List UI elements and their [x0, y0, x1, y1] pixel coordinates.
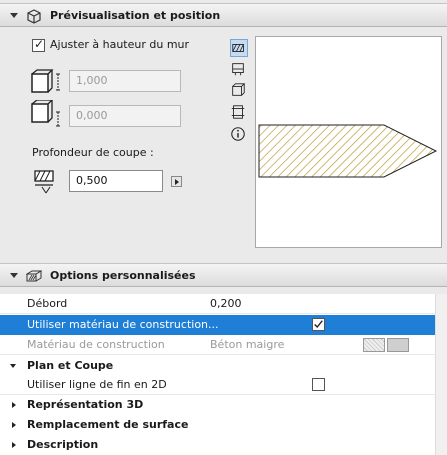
bottom-height-icon — [31, 100, 60, 127]
use-material-label: Utiliser matériau de construction... — [27, 318, 219, 331]
plan-view-icon[interactable] — [230, 61, 248, 79]
material-label: Matériau de construction — [27, 338, 165, 351]
top-height-icon — [31, 69, 60, 93]
table-row-material[interactable]: Matériau de construction Béton maigre — [0, 335, 447, 355]
representation-3d-label: Représentation 3D — [27, 398, 144, 411]
custom-options-icon — [26, 270, 42, 282]
cut-depth-label: Profondeur de coupe : — [32, 146, 154, 159]
cut-depth-icon — [34, 170, 54, 194]
expand-arrow-icon[interactable] — [12, 402, 16, 408]
table-row-description[interactable]: Description — [0, 435, 447, 455]
fit-to-wall-checkbox[interactable] — [32, 37, 45, 52]
elevation-view-icon[interactable] — [230, 104, 248, 122]
section-view-icon[interactable] — [230, 39, 248, 57]
plan-coupe-label: Plan et Coupe — [27, 359, 114, 372]
slab-section-preview — [258, 124, 438, 178]
expand-arrow-icon[interactable] — [10, 364, 16, 368]
material-swatch-pattern[interactable] — [363, 338, 385, 352]
description-label: Description — [27, 438, 99, 451]
top-height-field[interactable]: 1,000 — [69, 70, 181, 92]
table-row-3d[interactable]: Représentation 3D — [0, 395, 447, 415]
debord-label: Débord — [27, 297, 68, 310]
custom-options-section-header[interactable]: Options personnalisées — [0, 263, 447, 287]
end-line-checkbox[interactable] — [312, 378, 325, 391]
expand-arrow-icon[interactable] — [12, 422, 16, 428]
preview-section-title: Prévisualisation et position — [50, 9, 221, 22]
preview-settings-icon — [27, 9, 41, 24]
table-row-debord[interactable]: Débord 0,200 — [0, 294, 447, 314]
bottom-height-field[interactable]: 0,000 — [69, 105, 181, 127]
material-swatch-color[interactable] — [387, 338, 409, 352]
3d-view-icon[interactable] — [230, 82, 248, 100]
cut-depth-stepper[interactable] — [171, 176, 182, 187]
preview-canvas — [255, 36, 442, 248]
expand-arrow-icon[interactable] — [12, 442, 16, 448]
debord-value[interactable]: 0,200 — [210, 297, 242, 310]
end-line-label: Utiliser ligne de fin en 2D — [27, 378, 167, 391]
table-row-plan-coupe[interactable]: Plan et Coupe — [0, 356, 447, 376]
material-value[interactable]: Béton maigre — [210, 338, 284, 351]
table-row-end-line[interactable]: Utiliser ligne de fin en 2D — [0, 375, 447, 395]
custom-options-section-title: Options personnalisées — [50, 269, 196, 282]
info-icon[interactable] — [230, 126, 248, 144]
cut-depth-field[interactable]: 0,500 — [69, 170, 163, 192]
fit-to-wall-label: Ajuster à hauteur du mur — [50, 38, 190, 51]
surface-override-label: Remplacement de surface — [27, 418, 189, 431]
table-row-use-material[interactable]: Utiliser matériau de construction... — [0, 315, 447, 335]
collapse-arrow-icon[interactable] — [10, 13, 18, 18]
table-scrollbar[interactable] — [435, 294, 447, 455]
collapse-arrow-icon[interactable] — [10, 273, 18, 278]
use-material-checkbox[interactable] — [312, 318, 325, 331]
options-table: Débord 0,200 Utiliser matériau de constr… — [0, 294, 447, 455]
table-row-surface[interactable]: Remplacement de surface — [0, 415, 447, 435]
preview-section-header[interactable]: Prévisualisation et position — [0, 3, 447, 27]
